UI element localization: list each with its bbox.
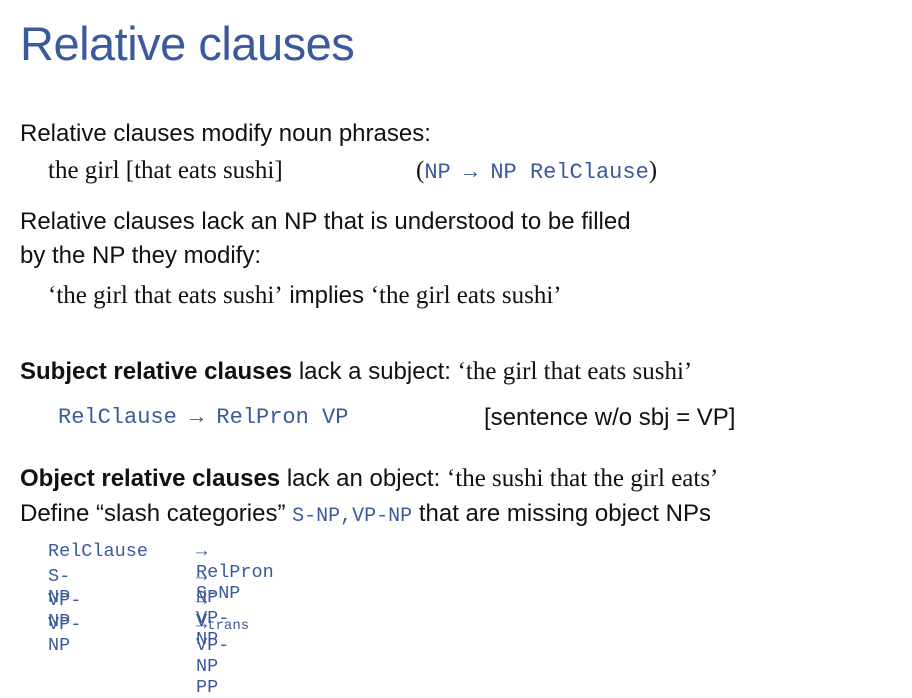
subject-relative-line: Subject relative clauses lack a subject:… (20, 358, 693, 385)
np-relclause-rule: NP → NP RelClause (424, 160, 649, 185)
lack-np-line-1: Relative clauses lack an NP that is unde… (20, 208, 631, 235)
slash-categories: S-NP,VP-NP (292, 505, 413, 528)
subject-rule-note: [sentence w/o sbj = VP] (484, 404, 736, 431)
slash-category-line: Define “slash categories” S-NP,VP-NP tha… (20, 500, 711, 528)
subject-relative-heading: Subject relative clauses (20, 358, 293, 385)
slide-title: Relative clauses (20, 17, 355, 70)
example-1-phrase: the girl [that eats sushi] (48, 157, 283, 184)
object-relative-heading: Object relative clauses (20, 465, 281, 492)
subject-rule: RelClause → RelPron VP (58, 405, 349, 430)
intro-line: Relative clauses modify noun phrases: (20, 120, 431, 147)
lack-np-line-2: by the NP they modify: (20, 242, 262, 269)
example-2: ‘the girl that eats sushi’ implies ‘the … (48, 282, 562, 309)
example-1-rule: (NP → NP RelClause) (416, 157, 658, 185)
object-relative-line: Object relative clauses lack an object: … (20, 465, 719, 492)
example-1: the girl [that eats sushi] (48, 157, 283, 185)
